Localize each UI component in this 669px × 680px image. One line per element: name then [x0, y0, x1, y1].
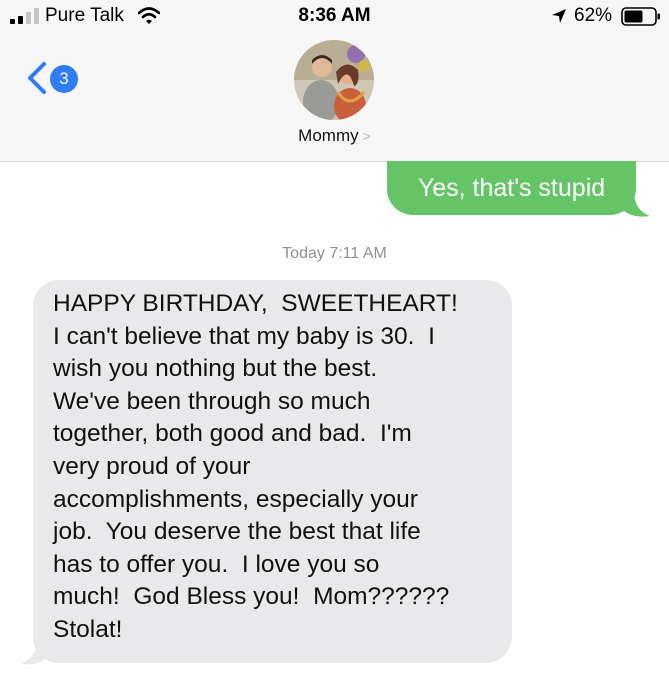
message-text-line: has to offer you. I love you so — [53, 550, 380, 578]
sent-message-bubble[interactable]: Yes, that's stupid — [387, 161, 636, 215]
message-text-line: We've been through so much — [53, 387, 371, 415]
message-text-line: job. You deserve the best that life — [53, 518, 421, 546]
contact-avatar[interactable] — [294, 40, 374, 120]
conversation-header: Pure Talk 8:36 AM 62% 3 Mommy > — [0, 0, 669, 162]
message-text-line: together, both good and bad. I'm — [53, 420, 412, 448]
message-text-line: Stolat! — [53, 616, 123, 643]
chevron-left-icon[interactable] — [22, 58, 50, 98]
message-timestamp: Today 7:11 AM — [282, 245, 387, 262]
received-bubble-tail — [20, 640, 52, 665]
message-text-line: accomplishments, especially your — [53, 485, 418, 513]
message-text-line: HAPPY BIRTHDAY, SWEETHEART! — [53, 290, 458, 317]
status-bar: Pure Talk 8:36 AM 62% — [0, 0, 669, 34]
status-time: 8:36 AM — [298, 5, 371, 26]
sent-bubble-tail — [620, 195, 650, 217]
unread-count-badge[interactable]: 3 — [50, 65, 78, 93]
message-text-line: wish you nothing but the best. — [53, 355, 378, 383]
message-text-line: much! God Bless you! Mom?????? — [53, 583, 450, 611]
contact-name: Mommy — [298, 126, 359, 145]
message-text-line: very proud of your — [53, 453, 251, 480]
battery-icon — [621, 7, 660, 26]
location-arrow-icon — [552, 9, 566, 23]
message-text-line: I can't believe that my baby is 30. I — [53, 322, 435, 350]
chevron-right-icon: > — [362, 128, 371, 144]
battery-percent: 62% — [574, 5, 613, 26]
contact-name-button[interactable]: Mommy > — [0, 126, 669, 146]
